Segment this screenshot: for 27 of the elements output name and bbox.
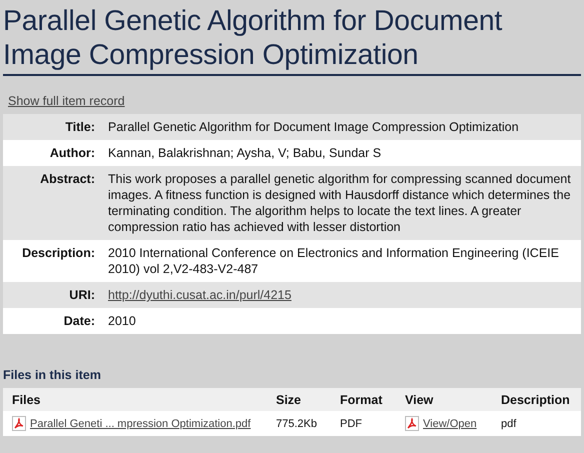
field-value: 2010 bbox=[108, 313, 137, 329]
uri-link[interactable]: http://dyuthi.cusat.ac.in/purl/4215 bbox=[108, 288, 292, 302]
table-cell: 775.2Kb bbox=[276, 418, 317, 430]
field-value: 2010 International Conference on Electronics and Information Engineering (ICEIE 2010) vol 2,V2-483-V2-487 bbox=[108, 245, 560, 277]
column-header: Description bbox=[492, 388, 581, 411]
column-header: Format bbox=[331, 388, 396, 411]
field-label: Author: bbox=[48, 145, 95, 161]
page-heading: Parallel Genetic Algorithm for Document Image Compression Optimization bbox=[3, 0, 581, 76]
pdf-icon bbox=[12, 416, 26, 431]
field-label: Description: bbox=[21, 245, 95, 262]
field-value: Kannan, Balakrishnan; Aysha, V; Babu, Sundar S bbox=[108, 145, 382, 161]
field-label: Abstract: bbox=[39, 171, 95, 188]
table-cell: pdf bbox=[501, 418, 516, 430]
column-header: Files bbox=[3, 388, 267, 411]
field-label: Title: bbox=[64, 119, 95, 135]
field-value: Parallel Genetic Algorithm for Document Image Compression Optimization bbox=[108, 119, 520, 135]
field-value: This work proposes a parallel genetic algorithm for compressing scanned document images. A fitness function is designed with Hausdorff distance which determines the terminating condition. The algorithm helps to locate the text lines. A greater compression ratio has achieved with lesser distortion bbox=[108, 171, 572, 235]
view-open-link[interactable]: View/Open bbox=[423, 418, 477, 430]
files-heading: Files in this item bbox=[3, 367, 102, 384]
column-header: View bbox=[396, 388, 492, 411]
field-label: URI: bbox=[68, 287, 95, 303]
full-record-link[interactable]: Show full item record bbox=[8, 94, 125, 108]
pdf-icon bbox=[405, 416, 419, 431]
column-header: Size bbox=[267, 388, 331, 411]
file-link[interactable]: Parallel Geneti ... mpression Optimization.pdf bbox=[30, 418, 251, 430]
field-label: Date: bbox=[62, 313, 95, 329]
table-cell: PDF bbox=[340, 418, 362, 430]
